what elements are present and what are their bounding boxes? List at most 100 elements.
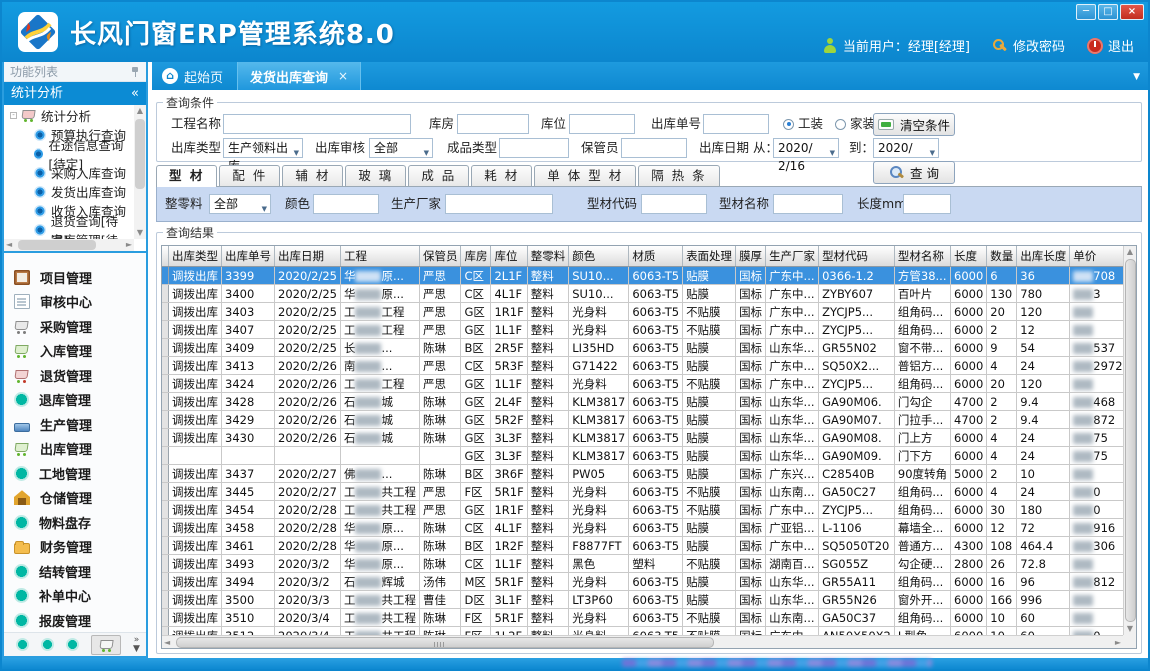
column-header[interactable]: 出库单号 — [222, 246, 275, 267]
table-row[interactable]: 调拨出库34282020/2/26石城陈琳G区2L4F整料KLM38176063… — [162, 393, 1137, 411]
column-header[interactable]: 出库日期 — [275, 246, 341, 267]
tab-shipping-outbound-query[interactable]: 发货出库查询 × — [237, 62, 361, 90]
scrollbar-thumb[interactable] — [176, 637, 714, 648]
radio-workwear[interactable]: 工装 — [783, 113, 823, 135]
table-row[interactable]: 调拨出库34542020/2/28工共工程严思G区1R1F整料光身料6063-T… — [162, 501, 1137, 519]
sidebar-module-item[interactable]: 出库管理 — [4, 437, 146, 462]
sidebar-module-item[interactable]: 生产管理 — [4, 412, 146, 437]
section-header-statistics[interactable]: 统计分析 « — [4, 82, 146, 105]
tab-list-caret-icon[interactable]: ▼ — [1133, 72, 1140, 82]
tab-home[interactable]: ⌂ 起始页 — [152, 62, 237, 90]
sidebar-module-item[interactable]: 仓储管理 — [4, 486, 146, 511]
material-tab[interactable]: 成 品 — [408, 165, 469, 186]
warehouse-input[interactable] — [457, 114, 529, 134]
column-header[interactable]: 长度 — [951, 246, 987, 267]
module-dot-icon[interactable] — [41, 638, 54, 651]
date-from-select[interactable]: 2020/ 2/16 — [773, 138, 839, 158]
date-to-select[interactable]: 2020/ 3/16 — [873, 138, 939, 158]
table-row[interactable]: 调拨出库34942020/3/2石辉城汤伟M区5R1F整料光身料6063-T5贴… — [162, 573, 1137, 591]
table-row[interactable]: 调拨出库34002020/2/25华原...严思C区4L1F整料SU10...6… — [162, 285, 1137, 303]
logout-button[interactable]: 退出 — [1087, 36, 1134, 55]
search-button[interactable]: 查 询 — [873, 161, 955, 184]
sidebar-module-item[interactable]: 采购管理 — [4, 314, 146, 339]
table-row[interactable]: 调拨出库34292020/2/26石城陈琳G区5R2F整料KLM38176063… — [162, 411, 1137, 429]
column-header[interactable]: 数量 — [987, 246, 1017, 267]
scrollbar-thumb[interactable] — [1125, 259, 1136, 622]
maximize-button[interactable]: □ — [1098, 4, 1118, 20]
sidebar-module-item[interactable]: 入库管理 — [4, 339, 146, 364]
color-input[interactable] — [313, 194, 379, 214]
table-row[interactable]: 调拨出库34932020/3/2华原...陈琳C区1L1F整料黑色塑料不贴膜国标… — [162, 555, 1137, 573]
tree-root[interactable]: - 统计分析 — [4, 105, 134, 125]
sidebar-module-item[interactable]: 财务管理 — [4, 535, 146, 560]
radio-home-decor[interactable]: 家装 — [835, 113, 875, 135]
column-header[interactable]: 型材代码 — [819, 246, 895, 267]
column-header[interactable]: 型材名称 — [894, 246, 950, 267]
material-tab[interactable]: 型 材 — [156, 165, 217, 187]
scroll-left-icon[interactable]: ◄ — [164, 636, 170, 649]
audit-select[interactable]: 全部 — [369, 138, 433, 158]
minimize-button[interactable]: ─ — [1076, 4, 1096, 20]
material-tab[interactable]: 辅 材 — [282, 165, 343, 186]
table-row[interactable]: 调拨出库35102020/3/4工共工程陈琳F区5R1F整料光身料6063-T5… — [162, 609, 1137, 627]
outbound-no-input[interactable] — [703, 114, 769, 134]
cart-module-button[interactable] — [91, 635, 121, 655]
sidebar-module-item[interactable]: 退货管理 — [4, 363, 146, 388]
radio-unselected-icon[interactable] — [835, 119, 846, 130]
sidebar-module-item[interactable]: 审核中心 — [4, 290, 146, 315]
scroll-up-icon[interactable]: ▲ — [1124, 246, 1136, 258]
radio-selected-icon[interactable] — [783, 119, 794, 130]
column-header[interactable]: 保管员 — [419, 246, 461, 267]
change-password-button[interactable]: 修改密码 — [992, 36, 1065, 55]
column-header[interactable]: 出库类型 — [169, 246, 222, 267]
material-tab[interactable]: 耗 材 — [471, 165, 532, 186]
whole-piece-select[interactable]: 全部 — [209, 194, 271, 214]
column-header[interactable]: 膜厚 — [736, 246, 766, 267]
column-header[interactable]: 库位 — [491, 246, 527, 267]
sidebar-module-item[interactable]: 补单中心 — [4, 584, 146, 609]
table-row[interactable]: 调拨出库34302020/2/26石城陈琳G区3L3F整料KLM38176063… — [162, 429, 1137, 447]
column-header[interactable]: 出库长度 — [1017, 246, 1070, 267]
table-row[interactable]: 调拨出库34242020/2/26工工程严思G区1L1F整料光身料6063-T5… — [162, 375, 1137, 393]
column-header[interactable]: 材质 — [629, 246, 683, 267]
scroll-right-icon[interactable]: ► — [126, 239, 132, 251]
grid-vertical-scrollbar[interactable]: ▲ ▼ — [1123, 246, 1136, 635]
tree-item[interactable]: 发货出库查询 — [4, 182, 134, 201]
scroll-down-icon[interactable]: ▼ — [1124, 623, 1136, 635]
sidebar-module-item[interactable]: 项目管理 — [4, 265, 146, 290]
length-input[interactable] — [903, 194, 951, 214]
collapse-icon[interactable]: « — [131, 82, 139, 105]
scrollbar-thumb[interactable] — [135, 119, 145, 189]
product-type-input[interactable] — [499, 138, 569, 158]
column-header[interactable]: 工程 — [340, 246, 419, 267]
sidebar-module-item[interactable]: 工地管理 — [4, 461, 146, 486]
table-row[interactable]: 调拨出库34092020/2/25长...陈琳B区2R5F整料LI35HD606… — [162, 339, 1137, 357]
table-row[interactable]: 调拨出库34452020/2/27工共工程严思F区5R1F整料光身料6063-T… — [162, 483, 1137, 501]
tree-horizontal-scrollbar[interactable]: ◄ ► — [4, 239, 134, 251]
tree-item[interactable]: 在途信息查询[待定] — [4, 144, 134, 163]
grid-horizontal-scrollbar[interactable]: ◄ ► — [162, 635, 1123, 648]
column-header[interactable]: 生产厂家 — [766, 246, 819, 267]
keeper-input[interactable] — [621, 138, 687, 158]
column-header[interactable]: 颜色 — [569, 246, 629, 267]
table-row[interactable]: 调拨出库34032020/2/25工工程严思G区1R1F整料光身料6063-T5… — [162, 303, 1137, 321]
column-header[interactable]: 库房 — [461, 246, 491, 267]
pin-icon[interactable] — [130, 66, 140, 78]
scroll-left-icon[interactable]: ◄ — [6, 239, 12, 251]
material-tab[interactable]: 单 体 型 材 — [534, 165, 636, 186]
profile-name-input[interactable] — [773, 194, 843, 214]
sidebar-module-item[interactable]: 退库管理 — [4, 388, 146, 413]
material-tab[interactable]: 隔 热 条 — [638, 165, 719, 186]
tree-vertical-scrollbar[interactable]: ▲ ▼ — [134, 105, 146, 239]
profile-code-input[interactable] — [641, 194, 707, 214]
material-tab[interactable]: 配 件 — [219, 165, 280, 186]
tree-expander-icon[interactable]: - — [10, 112, 17, 119]
column-header[interactable]: 表面处理 — [683, 246, 736, 267]
table-row[interactable]: 调拨出库34612020/2/28华原...陈琳B区1R2F整料F8877FT6… — [162, 537, 1137, 555]
module-dot-icon[interactable] — [66, 638, 79, 651]
tab-close-icon[interactable]: × — [338, 69, 348, 83]
close-button[interactable]: × — [1120, 4, 1144, 20]
table-row[interactable]: 调拨出库33992020/2/25华原...严思C区2L1F整料SU10...6… — [162, 267, 1137, 285]
more-modules-button[interactable]: »▼ — [133, 636, 140, 654]
table-row[interactable]: 调拨出库34132020/2/26南...严思C区5R3F整料G71422606… — [162, 357, 1137, 375]
